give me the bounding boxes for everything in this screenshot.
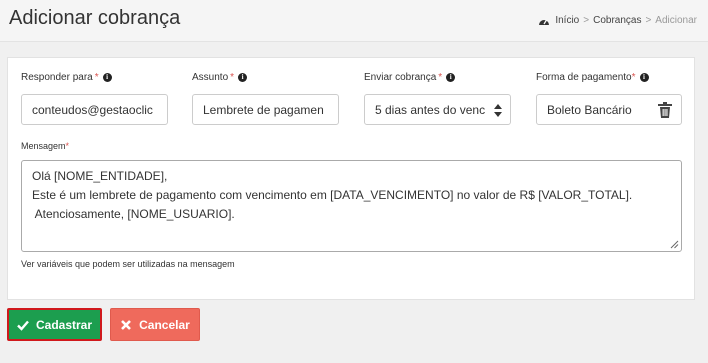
reply-to-label: Responder para * i	[21, 72, 112, 83]
dashboard-icon	[539, 19, 550, 25]
reply-to-label-text: Responder para	[21, 72, 93, 83]
sort-arrows-icon	[494, 104, 502, 117]
breadcrumb: Início > Cobranças > Adicionar	[538, 15, 697, 26]
page-header: Adicionar cobrança Início > Cobranças > …	[0, 0, 708, 42]
breadcrumb-home-link[interactable]: Início	[555, 15, 579, 26]
required-mark: *	[65, 141, 70, 151]
info-icon[interactable]: i	[446, 73, 456, 82]
message-label: Mensagem *	[21, 141, 69, 151]
required-mark: *	[94, 72, 99, 83]
required-mark: *	[438, 72, 443, 83]
payment-method-value: Boleto Bancário	[547, 102, 632, 117]
reply-to-input[interactable]: conteudos@gestaoclic	[21, 94, 168, 125]
message-label-text: Mensagem	[21, 141, 66, 151]
resize-handle-icon[interactable]	[670, 240, 679, 249]
breadcrumb-separator: >	[583, 15, 590, 26]
subject-value: Lembrete de pagamen	[203, 102, 324, 117]
payment-method-input[interactable]: Boleto Bancário	[536, 94, 682, 125]
send-when-select[interactable]: 5 dias antes do venc	[364, 94, 511, 125]
charge-form-panel: Responder para * i conteudos@gestaoclic …	[7, 57, 695, 300]
send-when-label: Enviar cobrança * i	[364, 72, 456, 83]
info-icon[interactable]: i	[639, 73, 649, 82]
submit-label: Cadastrar	[35, 317, 93, 332]
required-mark: *	[631, 72, 636, 83]
payment-method-label-text: Forma de pagamento	[536, 72, 632, 83]
subject-label-text: Assunto	[192, 72, 229, 83]
variables-help-link[interactable]: Ver variáveis que podem ser utilizadas n…	[21, 259, 235, 269]
breadcrumb-cobrancas-link[interactable]: Cobranças	[593, 15, 641, 26]
info-icon[interactable]: i	[238, 73, 248, 82]
send-when-value: 5 dias antes do venc	[375, 102, 486, 117]
message-textarea[interactable]: Olá [NOME_ENTIDADE], Este é um lembrete …	[21, 160, 682, 252]
required-mark: *	[230, 72, 235, 83]
submit-button[interactable]: Cadastrar	[7, 308, 102, 341]
check-icon	[17, 320, 29, 331]
subject-input[interactable]: Lembrete de pagamen	[192, 94, 339, 125]
info-icon[interactable]: i	[102, 73, 112, 82]
payment-method-label: Forma de pagamento * i	[536, 72, 649, 83]
cancel-label: Cancelar	[139, 317, 190, 332]
message-line: Olá [NOME_ENTIDADE],	[32, 169, 168, 183]
cancel-button[interactable]: Cancelar	[110, 308, 200, 341]
times-icon	[121, 319, 132, 330]
reply-to-value: conteudos@gestaoclic	[32, 102, 153, 117]
message-line: Este é um lembrete de pagamento com venc…	[32, 188, 633, 202]
page-title: Adicionar cobrança	[9, 7, 181, 29]
message-line: Atenciosamente, [NOME_USUARIO].	[32, 207, 235, 221]
send-when-label-text: Enviar cobrança	[364, 72, 437, 83]
subject-label: Assunto * i	[192, 72, 248, 83]
trash-icon[interactable]	[658, 102, 672, 118]
breadcrumb-separator: >	[645, 15, 652, 26]
breadcrumb-current: Adicionar	[655, 15, 697, 26]
